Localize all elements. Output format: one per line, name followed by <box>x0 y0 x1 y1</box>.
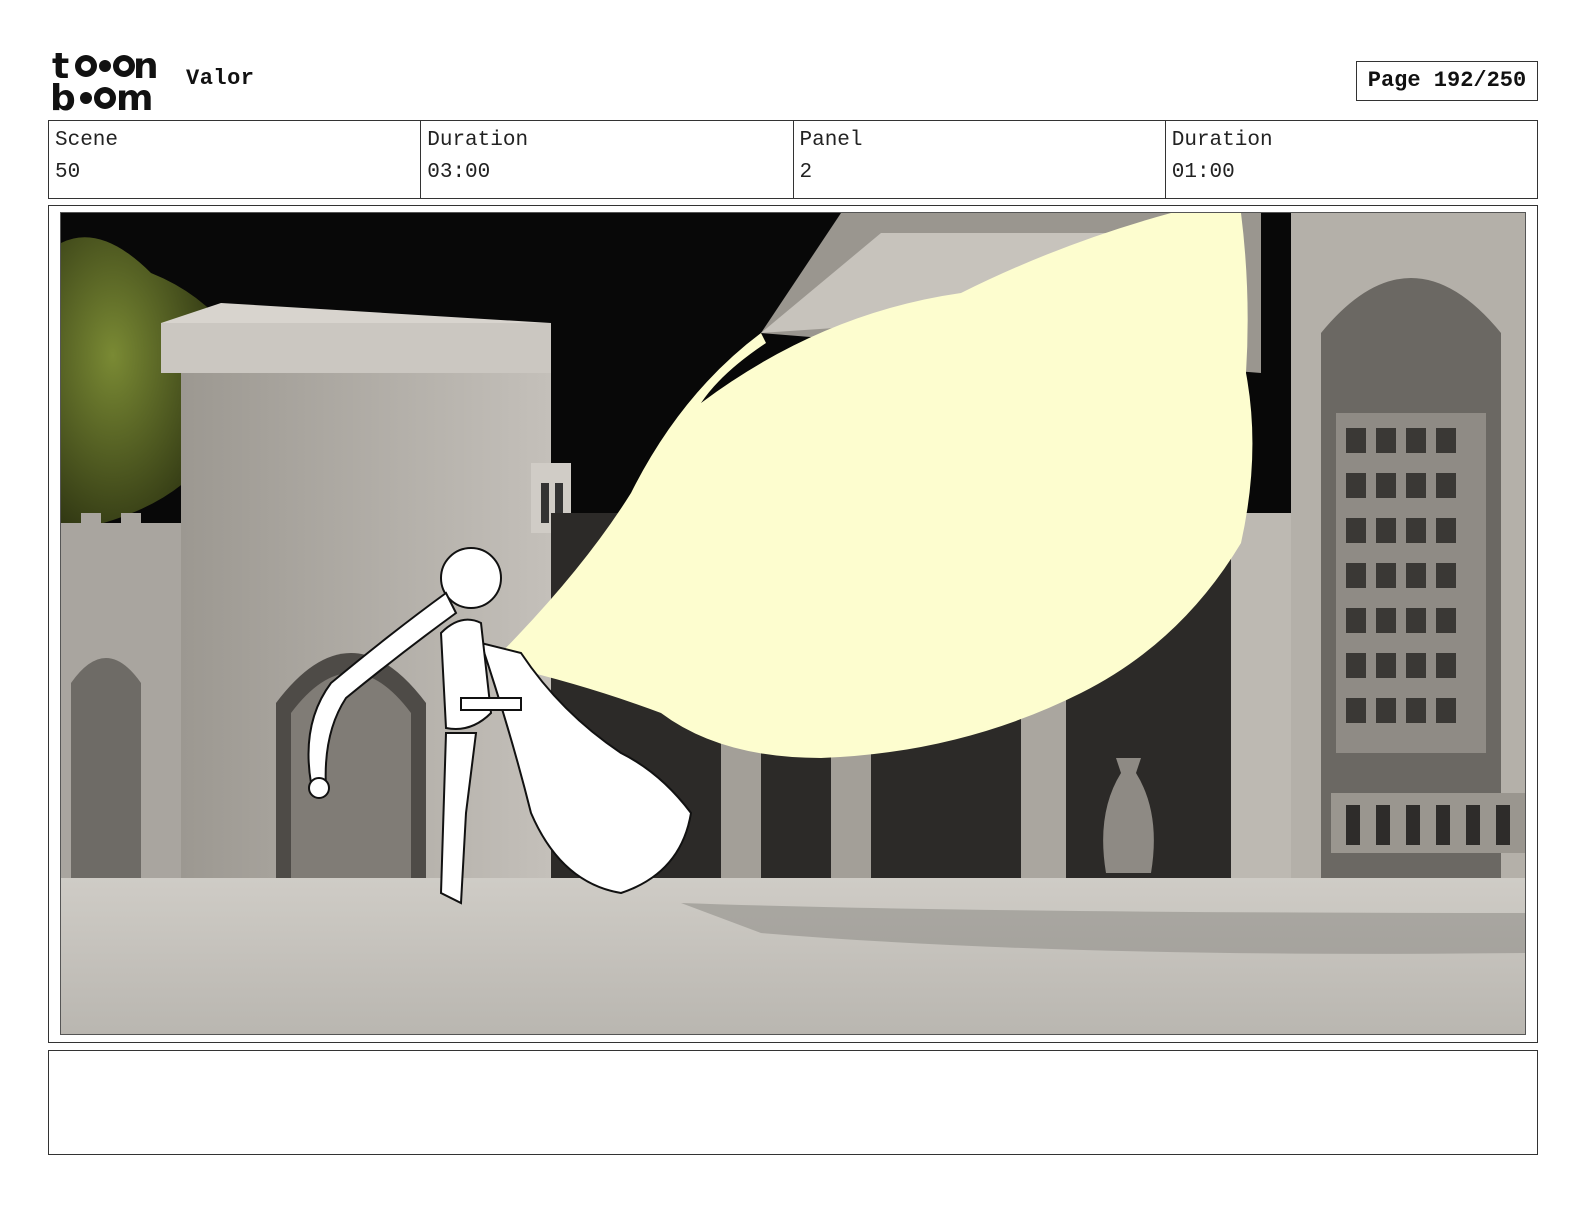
svg-text:m: m <box>116 78 154 114</box>
panel-notes-box <box>48 1050 1538 1155</box>
svg-text:b: b <box>50 78 76 114</box>
panel-duration-value: 01:00 <box>1171 161 1235 184</box>
storyboard-drawing-icon <box>61 213 1525 1034</box>
scene-duration-value: 03:00 <box>427 161 491 184</box>
panel-duration-cell: Duration 01:00 <box>1166 121 1537 198</box>
toon-boom-logo-icon: t n b m <box>50 46 168 119</box>
scene-cell: Scene 50 <box>49 121 422 198</box>
page-number: Page 192/250 <box>1356 61 1538 101</box>
scene-duration-label: Duration <box>427 129 529 152</box>
scene-label: Scene <box>55 129 119 152</box>
panel-cell: Panel 2 <box>794 121 1166 198</box>
project-title: Valor <box>186 66 255 91</box>
scene-info-table: Scene 50 Duration 03:00 Panel 2 Duration… <box>48 120 1538 199</box>
scene-value: 50 <box>55 161 81 184</box>
storyboard-panel-image <box>60 212 1526 1035</box>
panel-duration-label: Duration <box>1171 129 1273 152</box>
scene-duration-cell: Duration 03:00 <box>421 121 794 198</box>
panel-label: Panel <box>799 129 863 152</box>
panel-value: 2 <box>799 161 813 184</box>
